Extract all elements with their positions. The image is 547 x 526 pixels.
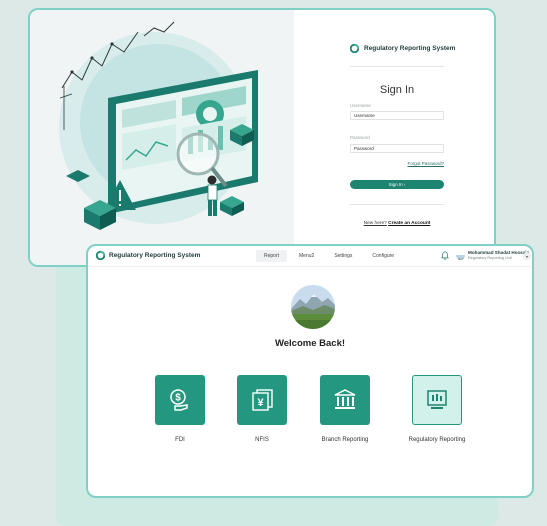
logo-icon bbox=[350, 44, 359, 53]
analytics-illustration bbox=[30, 10, 294, 265]
user-name: Mohammad Shadat Hossain bbox=[468, 250, 530, 255]
welcome-heading: Welcome Back! bbox=[274, 338, 346, 349]
dashboard-window: Regulatory Reporting System Report Menu2… bbox=[86, 244, 534, 498]
user-avatar[interactable] bbox=[456, 251, 465, 260]
tile-fdi[interactable]: $ bbox=[155, 375, 205, 425]
forgot-password-link[interactable]: Forgot Password? bbox=[350, 161, 444, 166]
login-brand: Regulatory Reporting System bbox=[350, 44, 455, 53]
username-label: Username bbox=[350, 103, 371, 108]
tile-label-regulatory-reporting: Regulatory Reporting bbox=[408, 437, 466, 443]
main-nav: Report Menu2 Settings Configure bbox=[256, 250, 402, 262]
login-window: Regulatory Reporting System Sign In User… bbox=[28, 8, 496, 267]
create-account-link[interactable]: Create an Account bbox=[388, 221, 430, 226]
nav-configure[interactable]: Configure bbox=[364, 250, 402, 262]
password-label: Password bbox=[350, 135, 370, 140]
signin-title: Sign In bbox=[379, 84, 415, 96]
password-field[interactable]: Password bbox=[350, 144, 444, 153]
tile-branch-reporting[interactable] bbox=[320, 375, 370, 425]
signin-button[interactable]: Sign In › bbox=[350, 180, 444, 189]
username-value: Username bbox=[354, 113, 375, 118]
yen-stack-icon: ¥ bbox=[252, 389, 273, 411]
hand-dollar-icon: $ bbox=[170, 389, 188, 411]
nav-report[interactable]: Report bbox=[256, 250, 288, 262]
password-value: Password bbox=[354, 146, 374, 151]
tile-regulatory-reporting[interactable] bbox=[412, 375, 462, 425]
nav-settings[interactable]: Settings bbox=[326, 250, 360, 262]
bank-icon bbox=[334, 389, 356, 409]
tile-nfis[interactable]: ¥ bbox=[237, 375, 287, 425]
login-brand-text: Regulatory Reporting System bbox=[364, 45, 456, 52]
user-role: Regulatory Reporting Unit bbox=[468, 256, 512, 260]
logo-icon bbox=[96, 251, 105, 260]
profile-image bbox=[291, 285, 335, 329]
nav-menu2[interactable]: Menu2 bbox=[291, 250, 322, 262]
chevron-down-icon[interactable]: ▾ bbox=[523, 252, 531, 260]
divider bbox=[350, 204, 444, 205]
svg-text:¥: ¥ bbox=[257, 397, 264, 409]
login-form: Regulatory Reporting System Sign In User… bbox=[294, 10, 494, 265]
app-brand-text: Regulatory Reporting System bbox=[109, 252, 201, 259]
new-here-text: New here? bbox=[363, 221, 387, 226]
bell-icon[interactable] bbox=[441, 251, 449, 260]
svg-text:$: $ bbox=[175, 393, 181, 404]
username-field[interactable]: Username bbox=[350, 111, 444, 120]
create-account-row: New here? Create an Account bbox=[350, 221, 444, 226]
dashboard-monitor-icon bbox=[427, 390, 447, 409]
divider bbox=[350, 66, 444, 67]
top-navbar: Regulatory Reporting System Report Menu2… bbox=[88, 246, 532, 267]
app-brand[interactable]: Regulatory Reporting System bbox=[96, 251, 200, 260]
